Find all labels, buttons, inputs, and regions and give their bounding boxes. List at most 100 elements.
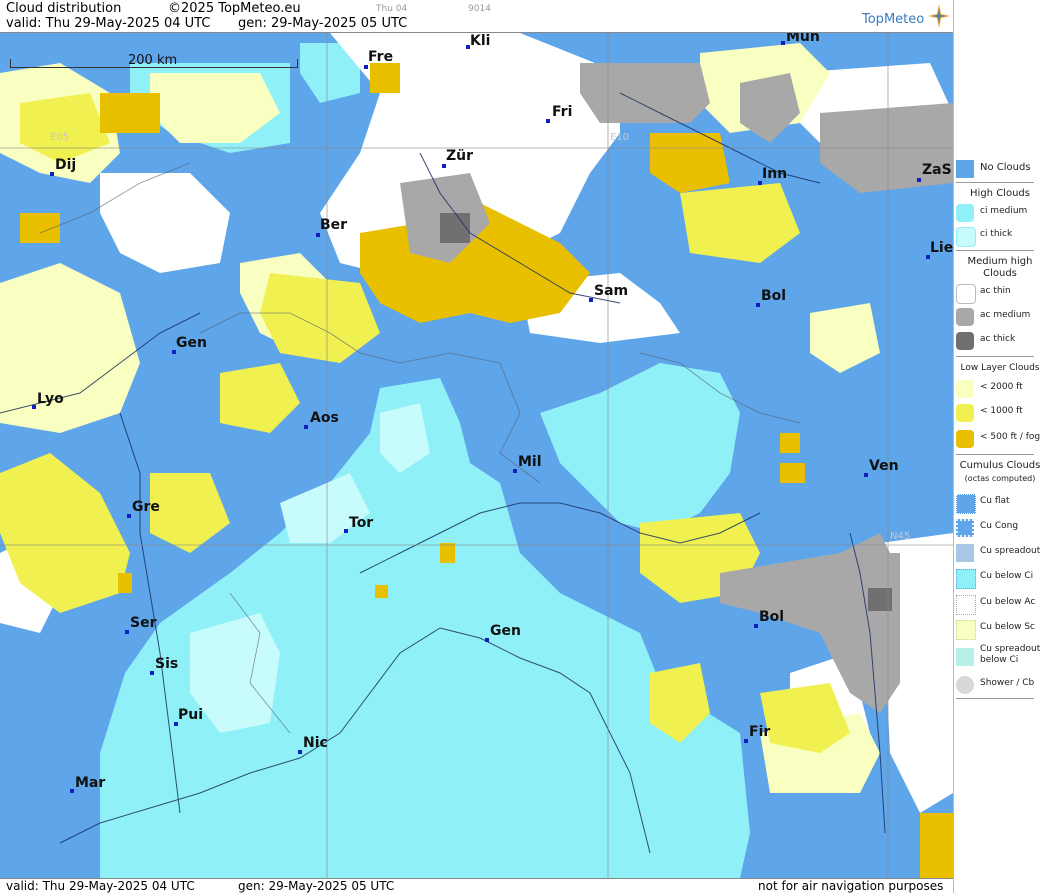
legend-item-ci-thick: ci thick <box>954 225 1045 247</box>
legend-divider <box>956 250 1034 251</box>
city-marker <box>70 789 74 793</box>
city-label-mil[interactable]: Mil <box>518 454 542 470</box>
city-marker <box>316 233 320 237</box>
legend-item-cu-below-sc: Cu below Sc <box>954 618 1045 640</box>
legend-heading-high: High Clouds <box>970 188 1030 199</box>
map-footer: valid: Thu 29-May-2025 04 UTC gen: 29-Ma… <box>0 878 953 894</box>
city-marker <box>589 298 593 302</box>
city-label-mar[interactable]: Mar <box>75 775 105 791</box>
generated-time: gen: 29-May-2025 05 UTC <box>238 16 408 31</box>
swatch-ac-thin <box>956 284 976 304</box>
legend-heading-cumulus: Cumulus Clouds <box>959 460 1041 471</box>
city-label-lie[interactable]: Lie <box>930 240 953 256</box>
city-marker <box>127 514 131 518</box>
swatch-low-500 <box>956 430 974 448</box>
footer-generated-time: gen: 29-May-2025 05 UTC <box>238 879 395 893</box>
swatch-ac-medium <box>956 308 974 326</box>
scale-tick-right <box>297 59 298 68</box>
legend-item-low-1000: < 1000 ft <box>954 402 1045 424</box>
city-label-gen-north[interactable]: Gen <box>176 335 207 351</box>
legend-item-cu-spread: Cu spreadout <box>954 542 1045 564</box>
grid-label-e05: E05 <box>50 132 70 143</box>
swatch-cu-flat <box>956 494 976 514</box>
cloud-map[interactable]: E05 E10 N45 200 km Kli Mun Fre Fri Dij Z… <box>0 33 953 878</box>
scale-tick-left <box>10 59 11 68</box>
city-marker <box>781 41 785 45</box>
swatch-ci-medium <box>956 204 974 222</box>
city-marker <box>298 750 302 754</box>
legend-item-shower: Shower / Cb <box>954 674 1045 696</box>
city-label-fre[interactable]: Fre <box>368 49 393 65</box>
city-label-ber[interactable]: Ber <box>320 217 347 233</box>
legend-item-cu-flat: Cu flat <box>954 492 1045 514</box>
scale-label: 200 km <box>128 53 178 68</box>
cloud-layer <box>0 33 953 878</box>
legend-item-ac-thick: ac thick <box>954 330 1045 352</box>
swatch-no-clouds <box>956 160 974 178</box>
legend-item-cu-spread-below-ci: Cu spreadout below Ci <box>954 644 1045 672</box>
city-label-bol-south[interactable]: Bol <box>759 609 784 625</box>
legend-subheading-cumulus: (octas computed) <box>964 474 1036 483</box>
city-marker <box>150 671 154 675</box>
grid-label-n45: N45 <box>890 531 911 542</box>
city-label-nic[interactable]: Nic <box>303 735 328 751</box>
swatch-cu-spread-below-ci <box>956 648 974 666</box>
map-title: Cloud distribution <box>6 1 122 16</box>
scale-line <box>10 67 298 68</box>
swatch-shower <box>956 676 974 694</box>
city-label-tor[interactable]: Tor <box>349 515 373 531</box>
legend-divider <box>956 182 1034 183</box>
city-marker <box>513 469 517 473</box>
city-label-sis[interactable]: Sis <box>155 656 178 672</box>
copyright-notice: ©2025 TopMeteo.eu <box>168 1 301 16</box>
swatch-cu-below-sc <box>956 620 976 640</box>
swatch-cu-spread <box>956 544 974 562</box>
swatch-low-1000 <box>956 404 974 422</box>
city-label-bol-north[interactable]: Bol <box>761 288 786 304</box>
city-label-mun[interactable]: Mun <box>786 33 820 45</box>
footer-disclaimer: not for air navigation purposes <box>758 879 944 893</box>
footer-valid-time: valid: Thu 29-May-2025 04 UTC <box>6 879 195 893</box>
city-label-ven[interactable]: Ven <box>869 458 899 474</box>
valid-time: valid: Thu 29-May-2025 04 UTC <box>6 16 211 31</box>
city-label-zas[interactable]: ZaS <box>922 162 952 178</box>
legend-item-ac-thin: ac thin <box>954 282 1045 304</box>
city-label-gre[interactable]: Gre <box>132 499 160 515</box>
city-marker <box>32 405 36 409</box>
legend-item-low-500: < 500 ft / fog <box>954 428 1045 450</box>
scale-bar: 200 km <box>10 53 298 69</box>
city-label-fri[interactable]: Fri <box>552 104 572 120</box>
legend-item-low-2000: < 2000 ft <box>954 378 1045 400</box>
city-label-pui[interactable]: Pui <box>178 707 203 723</box>
legend-panel: No Clouds High Clouds ci medium ci thick… <box>953 0 1045 893</box>
city-label-inn[interactable]: Inn <box>762 166 787 182</box>
city-label-kli[interactable]: Kli <box>470 33 490 49</box>
grid-label-e10: E10 <box>610 132 630 143</box>
city-marker <box>864 473 868 477</box>
city-label-zur[interactable]: Zür <box>446 148 473 164</box>
city-label-fir[interactable]: Fir <box>749 724 770 740</box>
city-marker <box>756 303 760 307</box>
swatch-ci-thick <box>956 227 976 247</box>
city-label-lyo[interactable]: Lyo <box>37 391 64 407</box>
legend-item-ac-medium: ac medium <box>954 306 1045 328</box>
legend-divider <box>956 454 1034 455</box>
forecast-day-label: Thu 04 <box>376 4 408 14</box>
topmeteo-logo-text: TopMeteo <box>862 12 925 27</box>
city-marker <box>364 65 368 69</box>
legend-heading-low: Low Layer Clouds <box>960 363 1040 373</box>
city-label-sam[interactable]: Sam <box>594 283 628 299</box>
legend-item-cu-below-ci: Cu below Ci <box>954 567 1045 589</box>
legend-item-cu-cong: Cu Cong <box>954 517 1045 539</box>
city-label-ser[interactable]: Ser <box>130 615 156 631</box>
city-marker <box>754 624 758 628</box>
legend-item-no-clouds: No Clouds <box>954 158 1045 180</box>
city-marker <box>304 425 308 429</box>
map-header: Cloud distribution ©2025 TopMeteo.eu Thu… <box>0 0 953 33</box>
city-label-gen-south[interactable]: Gen <box>490 623 521 639</box>
city-label-dij[interactable]: Dij <box>55 157 76 173</box>
city-label-aos[interactable]: Aos <box>310 410 339 426</box>
swatch-cu-below-ci <box>956 569 976 589</box>
city-marker <box>744 739 748 743</box>
city-marker <box>50 172 54 176</box>
